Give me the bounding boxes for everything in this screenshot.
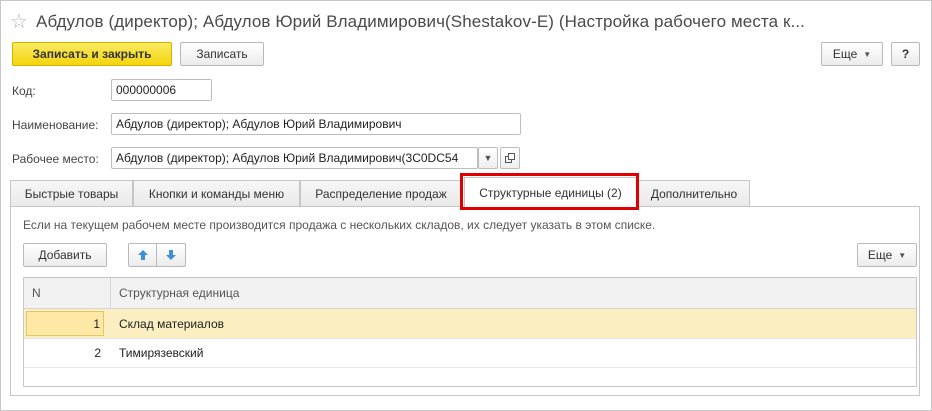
help-button[interactable]: ? — [891, 42, 920, 66]
highlight-frame — [460, 173, 639, 210]
column-header-n[interactable]: N — [32, 278, 41, 308]
name-field[interactable]: Абдулов (директор); Абдулов Юрий Владими… — [111, 113, 521, 135]
workplace-field[interactable]: Абдулов (директор); Абдулов Юрий Владими… — [111, 147, 478, 169]
name-label: Наименование: — [12, 118, 99, 132]
move-up-button[interactable] — [128, 243, 157, 267]
more-menu-button[interactable]: Еще ▼ — [821, 42, 883, 66]
column-divider — [110, 278, 111, 308]
arrow-up-icon — [137, 250, 148, 260]
unit-cell[interactable]: Склад материалов — [119, 309, 224, 338]
column-header-unit[interactable]: Структурная единица — [119, 278, 239, 308]
code-label: Код: — [12, 84, 36, 98]
table-more-label: Еще — [867, 248, 893, 262]
arrow-down-icon — [166, 250, 176, 260]
workplace-label: Рабочее место: — [12, 152, 99, 166]
workplace-dropdown-button[interactable]: ▼ — [478, 147, 498, 169]
move-down-button[interactable] — [157, 243, 186, 267]
dropdown-caret-icon: ▼ — [898, 250, 907, 260]
favorite-star-icon[interactable]: ☆ — [10, 12, 36, 32]
row-number-cell[interactable]: 2 — [24, 338, 104, 367]
tab-buttons-menu[interactable]: Кнопки и команды меню — [133, 180, 300, 207]
workplace-open-button[interactable] — [500, 147, 520, 169]
table-row[interactable]: 1 Склад материалов — [24, 309, 916, 339]
add-button[interactable]: Добавить — [23, 243, 107, 267]
more-label: Еще — [832, 47, 858, 61]
table-row[interactable]: 2 Тимирязевский — [24, 338, 916, 368]
save-button[interactable]: Записать — [180, 42, 264, 66]
unit-cell[interactable]: Тимирязевский — [119, 338, 203, 367]
structural-units-table[interactable]: N Структурная единица 1 Склад материалов… — [23, 277, 917, 387]
save-and-close-button[interactable]: Записать и закрыть — [12, 42, 172, 66]
code-field[interactable]: 000000006 — [111, 79, 212, 101]
tab-quick-goods[interactable]: Быстрые товары — [10, 180, 133, 207]
dropdown-caret-icon: ▼ — [483, 153, 493, 163]
info-text: Если на текущем рабочем месте производит… — [23, 218, 656, 232]
table-more-button[interactable]: Еще ▼ — [857, 243, 917, 267]
open-link-icon — [505, 153, 515, 163]
table-header: N Структурная единица — [24, 278, 916, 309]
window-title: Абдулов (директор); Абдулов Юрий Владими… — [36, 12, 805, 31]
tab-additional[interactable]: Дополнительно — [638, 180, 750, 207]
row-number-cell[interactable]: 1 — [26, 311, 104, 336]
title-bar: ☆ Абдулов (директор); Абдулов Юрий Влади… — [10, 8, 805, 36]
dropdown-caret-icon: ▼ — [863, 49, 872, 59]
tab-sales-distribution[interactable]: Распределение продаж — [300, 180, 462, 207]
